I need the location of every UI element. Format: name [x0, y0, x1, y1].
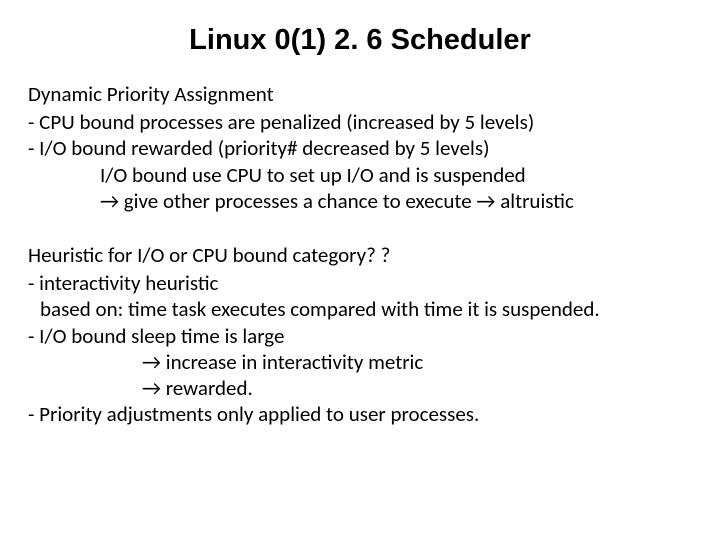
- section2-line3: - I/O bound sleep time is large: [28, 323, 692, 349]
- section1-line3: I/O bound use CPU to set up I/O and is s…: [28, 162, 692, 188]
- section1-line1: - CPU bound processes are penalized (inc…: [28, 109, 692, 135]
- section2-line5: → rewarded.: [28, 375, 692, 401]
- section2-line4: → increase in interactivity metric: [28, 349, 692, 375]
- section1-heading: Dynamic Priority Assignment: [28, 81, 692, 107]
- section-heuristic: Heuristic for I/O or CPU bound category?…: [28, 242, 692, 428]
- section2-heading: Heuristic for I/O or CPU bound category?…: [28, 242, 692, 268]
- section1-line2: - I/O bound rewarded (priority# decrease…: [28, 135, 692, 161]
- section2-line1: - interactivity heuristic: [28, 270, 692, 296]
- section1-line4: → give other processes a chance to execu…: [28, 188, 692, 214]
- section-dynamic-priority: Dynamic Priority Assignment - CPU bound …: [28, 81, 692, 214]
- slide-title: Linux 0(1) 2. 6 Scheduler: [28, 24, 692, 57]
- section2-line2: based on: time task executes compared wi…: [28, 296, 692, 322]
- section2-line6: - Priority adjustments only applied to u…: [28, 401, 692, 427]
